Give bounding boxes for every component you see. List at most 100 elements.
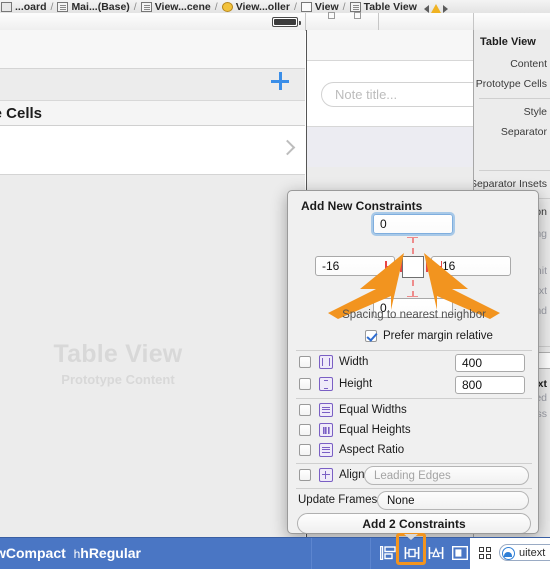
triangle-right-icon[interactable] <box>442 4 448 13</box>
plus-icon[interactable] <box>271 72 289 90</box>
canvas-watermark: Table View Prototype Content <box>0 340 236 387</box>
add-new-constraints-popover[interactable]: Add New Constraints 0 -16 -16 0 Spacing … <box>287 190 539 534</box>
resize-handle[interactable] <box>328 12 335 19</box>
height-constraint-row[interactable]: Height <box>299 377 372 391</box>
scene-content-area: Note title... <box>307 61 474 127</box>
aspect-ratio-row[interactable]: Aspect Ratio <box>299 443 404 457</box>
align-checkbox[interactable] <box>299 469 311 481</box>
triangle-left-icon[interactable] <box>423 4 429 13</box>
leading-spacing-input[interactable]: -16 <box>315 256 395 276</box>
zoom-pill-label: uitext <box>519 546 546 559</box>
breadcrumb-separator: / <box>342 1 346 13</box>
view-controller-icon <box>221 2 233 12</box>
align-label: Align <box>339 469 365 481</box>
zoom-pill[interactable]: uitext <box>499 544 550 561</box>
inspector-label-prototype-cells: Prototype Cells <box>475 78 547 90</box>
bottom-constraint-cap <box>407 296 418 297</box>
pin-constraints-icon[interactable] <box>428 546 444 560</box>
statusbar-divider <box>370 538 371 569</box>
trailing-constraint-cap <box>440 261 442 272</box>
zoom-icon <box>502 546 515 560</box>
top-constraint-strut[interactable] <box>412 237 415 254</box>
inspector-label-style: Style <box>523 106 547 118</box>
battery-icon <box>272 17 301 27</box>
size-class-status-bar: wCompact hhRegular uitext <box>0 537 550 569</box>
equal-widths-checkbox[interactable] <box>299 404 311 416</box>
aspect-ratio-label: Aspect Ratio <box>339 444 405 456</box>
size-class-width: wCompact <box>0 545 66 561</box>
align-select[interactable]: Leading Edges <box>364 466 529 485</box>
align-icon <box>319 468 333 482</box>
leading-constraint-cap <box>385 261 387 272</box>
design-canvas[interactable]: ...pe Cells Table View Prototype Content <box>0 30 305 538</box>
leading-constraint-strut[interactable] <box>385 266 401 268</box>
breadcrumb-separator: / <box>50 1 54 13</box>
table-view-icon <box>349 2 361 12</box>
stack-view-icon[interactable] <box>380 546 396 560</box>
align-constraints-icon[interactable] <box>404 546 420 560</box>
breadcrumb-item-3[interactable]: View...oller <box>221 1 291 13</box>
align-row[interactable]: Align <box>299 468 365 482</box>
prefer-margin-checkbox[interactable] <box>365 330 377 342</box>
warning-triangle-icon <box>430 4 441 13</box>
breadcrumb-item-1[interactable]: Mai...(Base) <box>56 1 130 13</box>
breadcrumb-separator: / <box>133 1 137 13</box>
table-section-header: ...pe Cells <box>0 100 305 126</box>
equal-widths-row[interactable]: Equal Widths <box>299 403 407 417</box>
popover-title: Add New Constraints <box>301 199 423 213</box>
folder-icon <box>1 2 12 12</box>
view-icon <box>300 2 312 12</box>
width-constraint-row[interactable]: Width <box>299 355 368 369</box>
equal-heights-label: Equal Heights <box>339 424 411 436</box>
trailing-constraint-cap-inner <box>426 261 428 272</box>
resize-handle[interactable] <box>354 12 361 19</box>
watermark-subtitle: Prototype Content <box>61 372 175 387</box>
popover-divider <box>296 350 532 351</box>
chevron-right-icon <box>279 139 296 156</box>
device-top-bar <box>0 30 305 69</box>
scene-gray-band <box>307 127 474 167</box>
popover-divider <box>296 488 532 489</box>
breadcrumb-label: View...cene <box>154 1 211 13</box>
top-spacing-input[interactable]: 0 <box>373 214 453 234</box>
width-checkbox[interactable] <box>299 356 311 368</box>
aspect-ratio-checkbox[interactable] <box>299 444 311 456</box>
breadcrumb-label: View <box>314 1 339 13</box>
resolve-issues-icon[interactable] <box>452 546 468 560</box>
breadcrumb-label: Table View <box>363 1 417 13</box>
breadcrumb: ...oard / Mai...(Base) / View...cene / V… <box>0 0 550 14</box>
popover-divider <box>296 398 532 399</box>
inspector-label-separator: Separator <box>500 126 547 138</box>
equal-heights-row[interactable]: Equal Heights <box>299 423 411 437</box>
breadcrumb-label: Mai...(Base) <box>71 1 130 13</box>
statusbar-divider <box>311 538 312 569</box>
breadcrumb-item-0[interactable]: ...oard <box>0 1 48 13</box>
breadcrumb-separator: / <box>214 1 218 13</box>
add-constraints-button[interactable]: Add 2 Constraints <box>297 513 531 533</box>
prefer-margin-relative-row[interactable]: Prefer margin relative <box>365 330 493 342</box>
height-label: Height <box>339 378 373 390</box>
xcode-interface-builder-window: ...oard / Mai...(Base) / View...cene / V… <box>0 0 550 569</box>
equal-widths-icon <box>319 403 333 417</box>
update-frames-select[interactable]: None <box>377 491 529 510</box>
inspector-divider <box>479 98 550 99</box>
equal-heights-checkbox[interactable] <box>299 424 311 436</box>
height-checkbox[interactable] <box>299 378 311 390</box>
trailing-spacing-input[interactable]: -16 <box>431 256 511 276</box>
inspector-title: Table View <box>480 36 536 48</box>
scene-top-band <box>307 30 474 61</box>
prototype-cell-row[interactable] <box>0 126 305 175</box>
top-constraint-cap <box>407 237 418 238</box>
width-value-input[interactable]: 400 <box>455 354 525 372</box>
width-constraint-icon <box>319 355 333 369</box>
bottom-constraint-strut[interactable] <box>412 280 415 297</box>
constraint-center-box[interactable] <box>402 256 424 278</box>
issue-navigator-controls[interactable] <box>423 4 448 13</box>
breadcrumb-item-2[interactable]: View...cene <box>140 1 212 13</box>
update-frames-label: Update Frames <box>298 494 378 506</box>
aspect-ratio-icon <box>319 443 333 457</box>
assistant-grid-icon[interactable] <box>479 547 492 560</box>
height-value-input[interactable]: 800 <box>455 376 525 394</box>
inspector-label-separator-insets: Separator Insets <box>473 178 547 190</box>
note-title-input[interactable]: Note title... <box>321 82 474 107</box>
